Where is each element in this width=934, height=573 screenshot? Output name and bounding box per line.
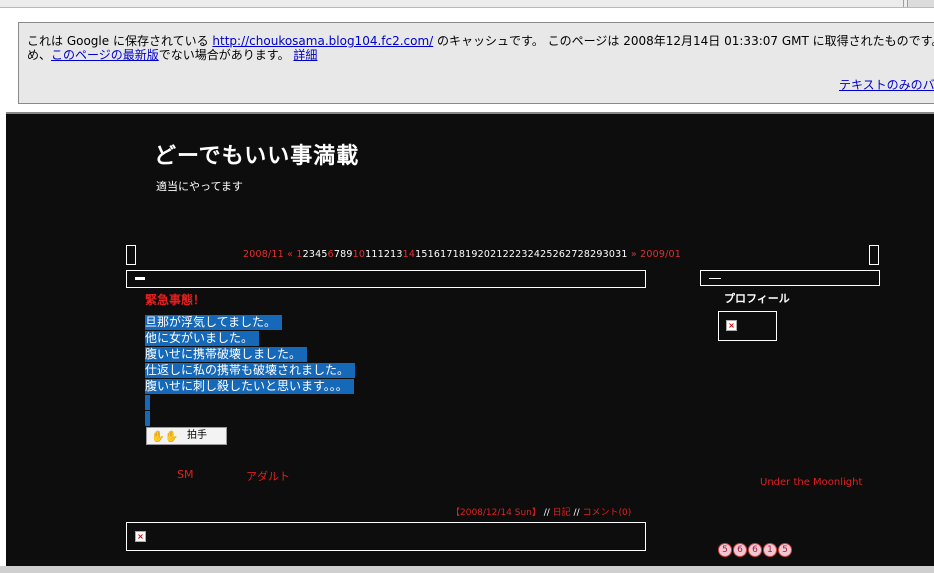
calendar-next-month[interactable]: 2009/01 xyxy=(640,249,681,260)
header-dash xyxy=(709,278,721,279)
clapping-hands-icon: ✋✋ xyxy=(151,430,179,443)
calendar-prev-month[interactable]: 2008/11 xyxy=(243,249,284,260)
counter-digit: 6 xyxy=(748,543,762,557)
cache-banner-line1: これは Google に保存されている http://choukosama.bl… xyxy=(27,34,934,48)
calendar-day[interactable]: 10 xyxy=(353,249,366,260)
entry-meta: 【2008/12/14 Sun】 // 日記 // コメント(0) xyxy=(451,505,631,518)
calendar-day: 24 xyxy=(527,249,541,260)
clap-button[interactable]: ✋✋ 拍手 xyxy=(146,427,227,445)
selection-bar xyxy=(145,395,150,410)
calendar-day: 15 xyxy=(415,249,428,260)
scroll-corner xyxy=(907,0,934,7)
calendar-day: 28 xyxy=(577,249,591,260)
latest-version-link[interactable]: このページの最新版 xyxy=(51,48,159,62)
calendar-day: 25 xyxy=(540,249,553,260)
calendar-next-arrow[interactable]: » xyxy=(631,249,637,260)
banner-text: のキャッシュです。 このページは 2008年12月14日 01:33:07 GM… xyxy=(433,34,934,48)
calendar-day: 12 xyxy=(377,249,391,260)
calendar-day: 23 xyxy=(515,249,528,260)
footer-link-moonlight[interactable]: Under the Moonlight xyxy=(760,477,862,488)
calendar-day: 18 xyxy=(452,249,466,260)
calendar-day: 11 xyxy=(365,249,378,260)
entry-title: 緊急事態！ xyxy=(145,293,206,307)
calendar-day: 16 xyxy=(427,249,441,260)
access-counter: 56615 xyxy=(718,543,793,559)
details-link[interactable]: 詳細 xyxy=(293,48,317,62)
calendar-day[interactable]: 14 xyxy=(403,249,416,260)
calendar-day: 13 xyxy=(390,249,403,260)
banner-text: でない場合があります。 xyxy=(158,48,294,62)
sidebar-header-box xyxy=(700,270,880,286)
calendar-prev-arrow[interactable]: « xyxy=(287,249,293,260)
text-only-link[interactable]: テキストのみのバ xyxy=(839,78,934,92)
profile-heading: プロフィール xyxy=(724,292,790,305)
cache-banner: これは Google に保存されている http://choukosama.bl… xyxy=(18,22,934,104)
chrome-divider xyxy=(903,0,904,7)
calendar-day: 31 xyxy=(615,249,628,260)
category-link-adult[interactable]: アダルト xyxy=(246,468,290,484)
entry-line: 腹いせに刺し殺したいと思います。。。 xyxy=(145,379,354,394)
broken-image-icon: × xyxy=(135,531,146,542)
calendar-day: 26 xyxy=(552,249,566,260)
entry-line: 仕返しに私の携帯も破壊されました。 xyxy=(145,363,356,378)
banner-text: これは Google に保存されている xyxy=(27,34,213,48)
calendar-day: 20 xyxy=(477,249,491,260)
broken-image-icon: × xyxy=(726,320,737,331)
entry-header-box xyxy=(126,270,646,288)
calendar-left-box xyxy=(126,245,136,265)
calendar-day: 21 xyxy=(490,249,503,260)
counter-digit: 1 xyxy=(763,543,777,557)
category-link-sm[interactable]: SM xyxy=(177,468,193,481)
comment-box: × xyxy=(126,522,646,551)
calendar-day: 22 xyxy=(502,249,516,260)
entry-date: 【2008/12/14 Sun】 xyxy=(451,508,541,518)
calendar-days: 1234567891011121314151617181920212223242… xyxy=(296,249,627,260)
counter-digit: 6 xyxy=(733,543,747,557)
profile-image-frame: × xyxy=(718,311,777,341)
cache-banner-line2: め、このページの最新版でない場合があります。 詳細 xyxy=(27,48,317,62)
entry-line: 旦那が浮気してました。 xyxy=(145,315,283,330)
banner-text: め、 xyxy=(27,48,52,62)
calendar-day: 17 xyxy=(440,249,453,260)
meta-sep: // xyxy=(540,508,553,518)
bottom-strip xyxy=(0,566,934,573)
calendar-right-box xyxy=(869,245,879,265)
meta-sep: // xyxy=(570,508,583,518)
calendar-day: 30 xyxy=(602,249,616,260)
entry-category-link[interactable]: 日記 xyxy=(553,508,571,518)
calendar-day: 19 xyxy=(465,249,478,260)
header-marker xyxy=(135,277,145,280)
clap-label: 拍手 xyxy=(187,430,207,441)
calendar-day: 27 xyxy=(565,249,578,260)
selection-bar xyxy=(145,411,150,426)
cached-url-link[interactable]: http://choukosama.blog104.fc2.com/ xyxy=(212,34,433,48)
entry-line: 他に女がいました。 xyxy=(145,331,260,346)
calendar: 2008/11 « 123456789101112131415161718192… xyxy=(243,249,681,260)
comments-link[interactable]: コメント(0) xyxy=(582,508,631,518)
calendar-day: 29 xyxy=(590,249,603,260)
browser-chrome xyxy=(0,0,934,8)
entry-line: 腹いせに携帯破壊しました。 xyxy=(145,347,308,362)
blog-title[interactable]: どーでもいい事満載 xyxy=(154,138,359,170)
counter-digit: 5 xyxy=(718,543,732,557)
counter-digit: 5 xyxy=(778,543,792,557)
blog-subtitle: 適当にやってます xyxy=(156,180,243,193)
